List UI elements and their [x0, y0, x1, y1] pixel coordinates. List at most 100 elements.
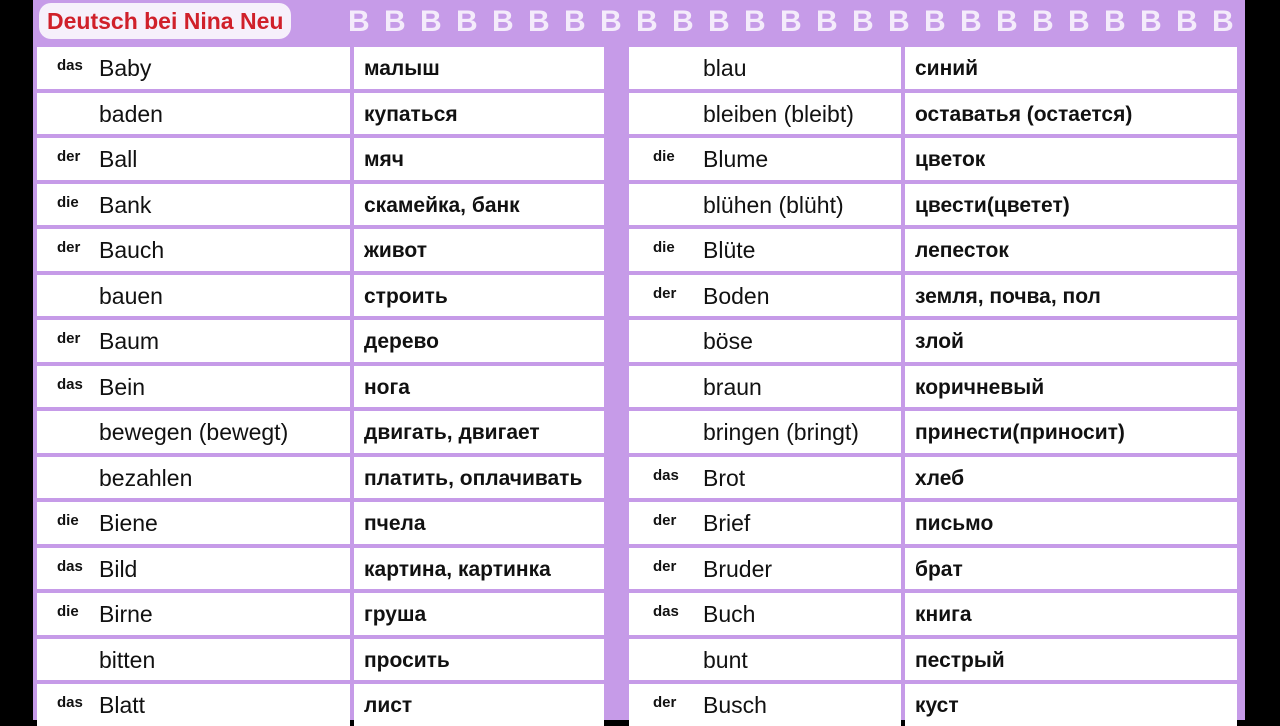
- german-cell: böse: [629, 320, 901, 362]
- german-word: bleiben (bleibt): [703, 100, 854, 127]
- german-word: bitten: [99, 646, 156, 673]
- german-word: Blume: [703, 146, 769, 172]
- german-word: braun: [703, 373, 762, 400]
- russian-translation: оставатья (остается): [915, 102, 1133, 126]
- german-cell: bitten: [37, 638, 350, 680]
- article-label: das: [57, 694, 83, 711]
- translation-cell: принести(приносит): [905, 411, 1237, 453]
- translation-cell: злой: [905, 320, 1237, 362]
- german-word: bauen: [99, 282, 163, 309]
- german-word: Ball: [99, 146, 138, 172]
- russian-translation: дерево: [364, 330, 439, 353]
- translation-cell: живот: [354, 229, 604, 271]
- russian-translation: злой: [915, 330, 964, 353]
- german-word: bringen (bringt): [703, 419, 859, 445]
- letter-banner: B B B B B B B B B B B B B B B B B B B B …: [348, 5, 1248, 38]
- russian-translation: цветок: [915, 148, 986, 171]
- translation-cell: лепесток: [905, 229, 1237, 271]
- translation-cell: груша: [354, 593, 604, 635]
- channel-title: Deutsch bei Nina Neu: [39, 3, 292, 39]
- german-cell: die Biene: [37, 502, 350, 544]
- german-word: Blüte: [703, 237, 756, 263]
- german-word: Bauch: [99, 237, 165, 263]
- russian-translation: принести(приносит): [915, 421, 1125, 444]
- german-cell: der Ball: [37, 138, 350, 180]
- russian-translation: синий: [915, 57, 979, 80]
- translation-cell: оставатья (остается): [905, 92, 1237, 134]
- russian-translation: платить, оплачивать: [364, 466, 583, 490]
- german-cell: das Bein: [37, 365, 350, 407]
- german-word: Bild: [99, 555, 138, 582]
- german-word: Baum: [99, 328, 160, 354]
- german-cell: die Bank: [37, 183, 350, 225]
- german-cell: der Brief: [629, 502, 901, 544]
- translation-cell: хлеб: [905, 456, 1237, 498]
- russian-translation: куст: [915, 694, 959, 717]
- german-cell: blühen (blüht): [629, 183, 901, 225]
- translation-cell: синий: [905, 47, 1237, 89]
- russian-translation: цвести(цветет): [915, 193, 1070, 217]
- german-word: Bruder: [703, 555, 773, 582]
- german-cell: bauen: [37, 274, 350, 316]
- translation-cell: просить: [354, 638, 604, 680]
- article-label: der: [653, 512, 677, 529]
- russian-translation: пестрый: [915, 648, 1005, 672]
- russian-translation: скамейка, банк: [364, 193, 520, 217]
- german-cell: das Buch: [629, 593, 901, 635]
- german-cell: der Baum: [37, 320, 350, 362]
- german-cell: der Busch: [629, 684, 901, 726]
- russian-translation: письмо: [915, 512, 994, 535]
- article-label: der: [57, 239, 81, 256]
- german-cell: das Baby: [37, 47, 350, 89]
- german-cell: das Blatt: [37, 684, 350, 726]
- article-label: der: [653, 694, 677, 711]
- vocabulary-sheet: Deutsch bei Nina Neu B B B B B B B B B B…: [33, 0, 1248, 726]
- article-label: die: [653, 239, 675, 256]
- translation-cell: брат: [905, 547, 1237, 589]
- article-label: der: [653, 557, 677, 575]
- translation-cell: цветок: [905, 138, 1237, 180]
- russian-translation: купаться: [364, 102, 458, 126]
- translation-cell: лист: [354, 684, 604, 726]
- article-label: der: [653, 284, 677, 302]
- translation-cell: купаться: [354, 92, 604, 134]
- german-word: Bein: [99, 373, 146, 400]
- russian-translation: лист: [364, 694, 413, 717]
- german-word: böse: [703, 328, 753, 354]
- translation-cell: коричневый: [905, 365, 1237, 407]
- russian-translation: картина, картинка: [364, 557, 551, 581]
- german-word: Buch: [703, 601, 756, 627]
- german-cell: der Boden: [629, 274, 901, 316]
- translation-cell: скамейка, банк: [354, 183, 604, 225]
- german-word: baden: [99, 100, 163, 127]
- german-word: Birne: [99, 601, 153, 627]
- german-word: blau: [703, 55, 747, 81]
- russian-translation: нога: [364, 375, 410, 399]
- german-cell: die Blüte: [629, 229, 901, 271]
- german-word: Brot: [703, 464, 746, 491]
- german-cell: das Brot: [629, 456, 901, 498]
- german-word: Biene: [99, 510, 158, 536]
- russian-translation: брат: [915, 557, 963, 581]
- article-label: das: [57, 375, 83, 393]
- translation-cell: строить: [354, 274, 604, 316]
- german-cell: braun: [629, 365, 901, 407]
- article-label: die: [57, 193, 79, 211]
- german-cell: bleiben (bleibt): [629, 92, 901, 134]
- russian-translation: мяч: [364, 148, 404, 171]
- translation-cell: книга: [905, 593, 1237, 635]
- russian-translation: живот: [364, 239, 428, 262]
- russian-translation: груша: [364, 603, 427, 626]
- russian-translation: коричневый: [915, 375, 1045, 399]
- german-cell: bezahlen: [37, 456, 350, 498]
- russian-translation: земля, почва, пол: [915, 284, 1101, 308]
- translation-cell: малыш: [354, 47, 604, 89]
- german-word: bezahlen: [99, 464, 193, 491]
- german-word: blühen (blüht): [703, 191, 844, 218]
- russian-translation: хлеб: [915, 466, 965, 490]
- russian-translation: книга: [915, 603, 972, 626]
- translation-cell: письмо: [905, 502, 1237, 544]
- translation-cell: пестрый: [905, 638, 1237, 680]
- german-word: Blatt: [99, 692, 146, 718]
- translation-cell: пчела: [354, 502, 604, 544]
